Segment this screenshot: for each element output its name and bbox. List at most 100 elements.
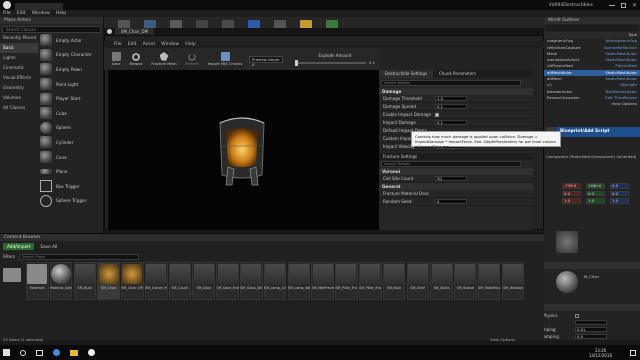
outliner-search-input[interactable] bbox=[546, 25, 638, 31]
tab-chunk-parameters[interactable]: Chunk Parameters bbox=[433, 70, 482, 78]
dm-menu-window[interactable]: Window bbox=[161, 42, 179, 47]
explorer-icon[interactable] bbox=[70, 349, 78, 356]
category-cinematic[interactable]: Cinematic bbox=[0, 63, 38, 73]
rotation-z-field[interactable]: 0.0 bbox=[610, 190, 629, 196]
actor-item[interactable]: Empty Character bbox=[38, 48, 104, 63]
actor-item[interactable]: Cube bbox=[38, 106, 104, 121]
fracture-settings-tab[interactable]: Fracture Settings bbox=[379, 153, 533, 160]
add-component-button[interactable]: Blueprint/Add Script bbox=[556, 127, 640, 137]
scale-x-field[interactable]: 1.0 bbox=[562, 198, 581, 204]
menu-edit[interactable]: Edit bbox=[17, 11, 26, 16]
asset-tile[interactable]: SM_Shelf bbox=[406, 262, 430, 300]
asset-tile[interactable]: SM_Door_Frame bbox=[216, 262, 239, 300]
asset-tile[interactable]: SM_Stairs bbox=[430, 262, 453, 300]
actor-item[interactable]: Empty Actor bbox=[38, 33, 104, 48]
damage-threshold-field[interactable]: 1.0 bbox=[435, 95, 467, 102]
mass-field[interactable] bbox=[575, 319, 607, 326]
save-all-button[interactable]: Save All bbox=[40, 244, 57, 249]
minimize-icon[interactable] bbox=[608, 4, 615, 6]
content-search-input[interactable]: Search Props bbox=[19, 253, 139, 260]
actor-item[interactable]: Sphere bbox=[38, 121, 104, 136]
level-tab[interactable] bbox=[15, 3, 63, 10]
tab-destructible-settings[interactable]: Destructible Settings bbox=[379, 70, 434, 78]
enable-impact-damage-checkbox[interactable] bbox=[435, 112, 439, 117]
actor-item[interactable]: Sphere Trigger bbox=[38, 194, 104, 209]
windows-start-icon[interactable] bbox=[3, 349, 10, 356]
asset-tile[interactable]: SM_Lamp_Ceiling bbox=[263, 262, 287, 300]
category-geometry[interactable]: Geometry bbox=[0, 83, 38, 93]
actor-item[interactable]: Empty Pawn bbox=[38, 62, 104, 77]
world-outliner-tab[interactable]: World Outliner bbox=[544, 17, 640, 24]
cell-site-count-field[interactable]: 30 bbox=[435, 175, 467, 182]
close-icon[interactable]: ✕ bbox=[632, 2, 637, 9]
dm-menu-help[interactable]: Help bbox=[185, 42, 195, 47]
simulate-physics-checkbox[interactable] bbox=[575, 313, 579, 318]
fracture-search-input[interactable]: Search Details bbox=[381, 161, 521, 167]
cb-view-options-button[interactable]: View Options bbox=[490, 337, 515, 342]
location-x-field[interactable]: -736.0 bbox=[562, 183, 581, 189]
asset-tile[interactable]: SM_Window bbox=[501, 262, 525, 300]
category-visual-effects[interactable]: Visual Effects bbox=[0, 73, 38, 83]
asset-tile[interactable]: SM_Couch bbox=[168, 262, 192, 300]
random-seed-field[interactable]: 0 bbox=[435, 198, 467, 205]
task-view-icon[interactable] bbox=[36, 349, 43, 356]
dm-menu-file[interactable]: File bbox=[114, 42, 122, 47]
actor-item[interactable]: Cone bbox=[38, 150, 104, 165]
impact-damage-field[interactable]: 0.1 bbox=[435, 119, 467, 126]
asset-tile[interactable]: SM_Statue bbox=[454, 262, 477, 300]
asset-tile[interactable]: Material_Sphere bbox=[49, 262, 73, 300]
material-thumbnail[interactable] bbox=[556, 271, 578, 293]
details-search-input[interactable]: Search Details bbox=[381, 80, 521, 86]
menu-window[interactable]: Window bbox=[32, 11, 50, 16]
asset-tile[interactable]: SM_Pillar_Frame bbox=[335, 262, 358, 300]
actor-item[interactable]: Plane bbox=[38, 164, 104, 179]
asset-tile[interactable]: SM_Glass_Window bbox=[240, 262, 263, 300]
actor-item[interactable]: Cylinder bbox=[38, 135, 104, 150]
menu-file[interactable]: File bbox=[3, 11, 11, 16]
explode-slider-handle[interactable] bbox=[295, 59, 298, 66]
place-actors-search-input[interactable]: Search Classes bbox=[2, 26, 101, 33]
fracture-mesh-button[interactable]: Fracture Mesh bbox=[147, 52, 181, 66]
asset-tile[interactable]: SM_Chair bbox=[97, 262, 120, 300]
browse-button[interactable]: Browse bbox=[125, 52, 147, 66]
content-browser-tab[interactable]: Content Browser bbox=[0, 234, 544, 241]
asset-tile[interactable]: SM_Corner_Frame bbox=[144, 262, 168, 300]
asset-tile[interactable]: Materials bbox=[26, 262, 49, 300]
angular-damping-field[interactable]: 0.0 bbox=[575, 333, 607, 340]
dm-menu-edit[interactable]: Edit bbox=[128, 42, 137, 47]
asset-tile[interactable]: SM_TableRound bbox=[477, 262, 501, 300]
unreal-taskbar-icon[interactable] bbox=[88, 349, 95, 356]
tray-clock[interactable]: 13:26 14/12/2016 bbox=[589, 348, 612, 358]
search-taskbar-icon[interactable] bbox=[20, 349, 26, 356]
asset-tile[interactable]: SM_MatPreviewMesh_02 bbox=[311, 262, 334, 300]
refresh-button[interactable]: Refresh bbox=[181, 52, 203, 66]
dm-menu-asset[interactable]: Asset bbox=[143, 42, 156, 47]
asset-tile[interactable]: SM_Bush bbox=[73, 262, 97, 300]
category-basic[interactable]: Basic bbox=[0, 43, 38, 53]
actor-item[interactable]: Point Light bbox=[38, 77, 104, 92]
category-volumes[interactable]: Volumes bbox=[0, 93, 38, 103]
notifications-icon[interactable] bbox=[630, 349, 636, 356]
place-actors-tab[interactable]: Place Actors bbox=[0, 17, 103, 24]
maximize-icon[interactable] bbox=[620, 2, 626, 8]
folder-icon[interactable] bbox=[3, 268, 21, 282]
category-recently-placed[interactable]: Recently Placed bbox=[0, 33, 38, 43]
asset-tile[interactable]: SM_Door bbox=[192, 262, 216, 300]
editor-asset-tab[interactable]: SM_Chair_DM bbox=[115, 28, 155, 35]
scale-y-field[interactable]: 1.0 bbox=[586, 198, 605, 204]
damage-spread-field[interactable]: 0.1 bbox=[435, 103, 467, 110]
viewport[interactable] bbox=[108, 70, 379, 230]
asset-tile[interactable]: SM_Rock bbox=[382, 262, 406, 300]
actor-item[interactable]: Player Start bbox=[38, 91, 104, 106]
add-import-button[interactable]: Add/Import bbox=[3, 242, 35, 250]
scale-z-field[interactable]: 1.0 bbox=[610, 198, 629, 204]
preview-depth-dropdown[interactable]: Preview Depth 0 bbox=[249, 55, 283, 67]
save-button[interactable]: Save bbox=[107, 52, 125, 66]
asset-tile[interactable]: SM_Chair_DM bbox=[121, 262, 144, 300]
rotation-y-field[interactable]: 0.0 bbox=[586, 190, 605, 196]
explode-amount-slider[interactable] bbox=[295, 59, 366, 66]
asset-tile[interactable]: SM_Pillar_Frame300 bbox=[358, 262, 382, 300]
location-z-field[interactable]: 0.0 bbox=[610, 183, 629, 189]
location-y-field[interactable]: 1460.0 bbox=[586, 183, 605, 189]
menu-help[interactable]: Help bbox=[56, 11, 66, 16]
